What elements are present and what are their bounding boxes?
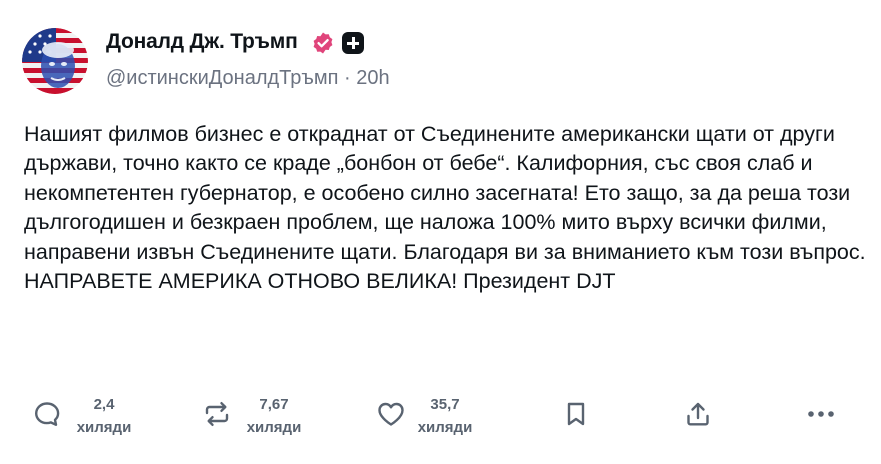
like-count-value: 35,7: [430, 396, 460, 413]
repost-icon: [205, 402, 229, 426]
author-handle-line: @истинскиДоналдТръмп · 20h: [106, 67, 390, 90]
repost-button[interactable]: 7,67 хиляди: [203, 388, 313, 440]
verified-badge-icon: [313, 32, 333, 54]
like-button[interactable]: 35,7 хиляди: [376, 388, 486, 440]
avatar-image: [22, 28, 88, 94]
like-count: 35,7 хиляди: [412, 393, 478, 439]
avatar[interactable]: [22, 28, 88, 94]
bookmark-button[interactable]: [562, 388, 590, 440]
like-count-unit: хиляди: [417, 419, 473, 436]
more-options-button[interactable]: [806, 388, 836, 440]
repost-count-unit: хиляди: [246, 419, 302, 436]
reply-count: 2,4 хиляди: [71, 393, 137, 439]
post-time[interactable]: 20h: [356, 67, 389, 89]
share-button[interactable]: [684, 388, 712, 440]
share-icon: [687, 402, 709, 426]
repost-count: 7,67 хиляди: [241, 393, 307, 439]
separator-dot: ·: [344, 67, 351, 89]
plus-icon: [342, 32, 364, 54]
author-handle[interactable]: @истинскиДоналдТръмп: [106, 67, 338, 89]
repost-count-value: 7,67: [259, 396, 289, 413]
post-card: Доналд Дж. Тръмп @истинскиДоналдТръмп · …: [0, 0, 881, 464]
heart-icon: [378, 402, 404, 426]
bookmark-icon: [567, 402, 585, 426]
reply-count-value: 2,4: [93, 396, 115, 413]
comment-icon: [35, 402, 60, 426]
reply-count-unit: хиляди: [76, 419, 132, 436]
more-dots-icon: [808, 411, 834, 417]
post-text: Нашият филмов бизнес е откраднат от Съед…: [24, 122, 866, 294]
author-name[interactable]: Доналд Дж. Тръмп: [106, 30, 298, 54]
action-bar: 2,4 хиляди 7,67 хиляди 35,7 хиляди: [0, 388, 881, 448]
reply-button[interactable]: 2,4 хиляди: [33, 388, 143, 440]
